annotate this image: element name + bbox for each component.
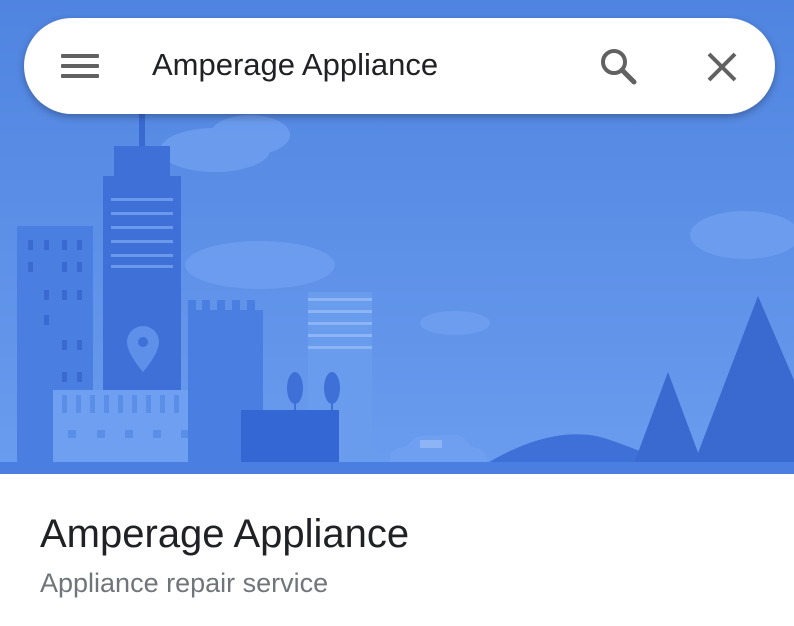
search-bar[interactable]: Amperage Appliance — [24, 18, 775, 114]
hamburger-menu-icon[interactable] — [61, 52, 99, 80]
search-icon[interactable] — [598, 46, 638, 86]
search-input[interactable]: Amperage Appliance — [152, 45, 438, 85]
place-info-panel: Amperage Appliance Appliance repair serv… — [0, 474, 794, 626]
place-title: Amperage Appliance — [40, 512, 410, 556]
place-category: Appliance repair service — [40, 568, 329, 598]
close-icon[interactable] — [704, 49, 740, 85]
